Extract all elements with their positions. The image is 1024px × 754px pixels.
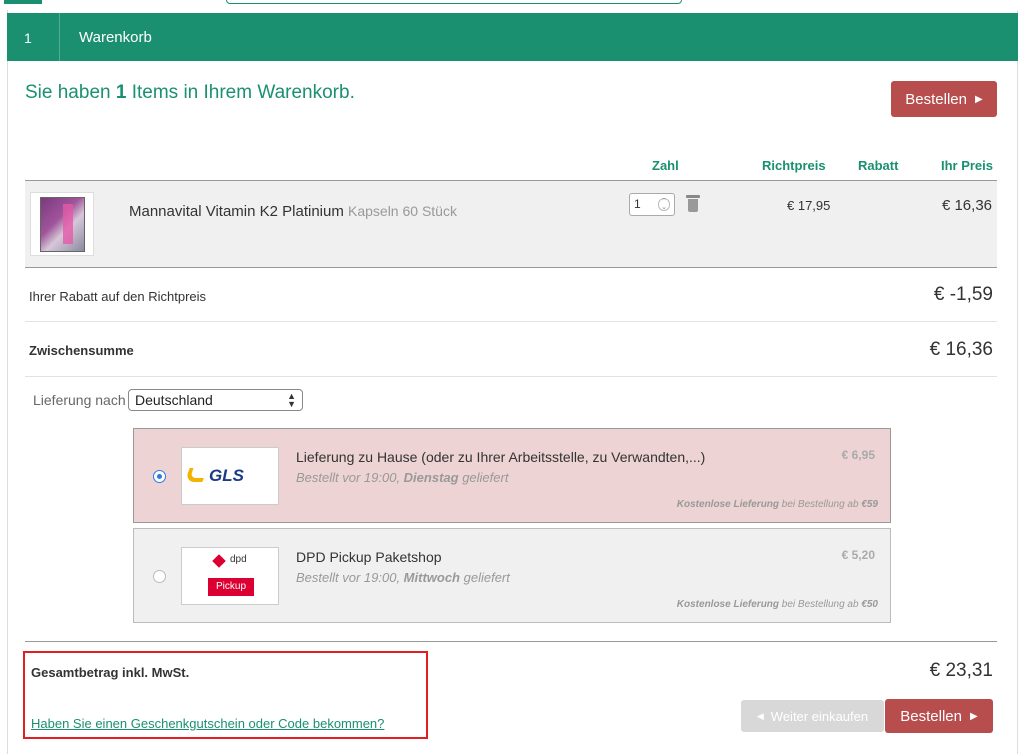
product-package-image xyxy=(40,197,85,252)
step-title: Warenkorb xyxy=(79,29,152,46)
discount-label: Ihrer Rabatt auf den Richtpreis xyxy=(29,289,207,304)
your-price: € 16,36 xyxy=(941,197,992,214)
shipping-option-gls[interactable]: GLS Lieferung zu Hause (oder zu Ihrer Ar… xyxy=(133,428,891,523)
step-header: 1 Warenkorb xyxy=(7,13,1018,61)
header-divider xyxy=(59,13,60,61)
chevron-left-icon: ◀ xyxy=(756,710,764,721)
item-count: 1 xyxy=(115,82,127,103)
shipping-option-dpd[interactable]: dpd Pickup DPD Pickup Paketshop Bestellt… xyxy=(133,528,891,623)
continue-shopping-button[interactable]: ◀ Weiter einkaufen xyxy=(741,700,884,732)
shipping-title: Lieferung zu Hause (oder zu Ihrer Arbeit… xyxy=(296,449,706,465)
free-shipping-note: Kostenlose Lieferung bei Bestellung ab €… xyxy=(676,599,878,610)
select-arrows-icon: ▲ ▼ xyxy=(287,391,296,409)
cart-summary: Sie haben 1 Items in Ihrem Warenkorb. xyxy=(25,82,355,103)
radio-dpd[interactable] xyxy=(153,570,166,583)
product-variant: Kapseln 60 Stück xyxy=(348,203,457,219)
totals-rule xyxy=(25,641,997,642)
grand-total-label: Gesamtbetrag inkl. MwSt. xyxy=(31,665,190,680)
column-header-qty: Zahl xyxy=(652,158,679,173)
divider xyxy=(25,321,997,322)
product-thumbnail[interactable] xyxy=(30,192,94,256)
table-row: Mannavital Vitamin K2 Platinium Kapseln … xyxy=(25,181,997,267)
shipping-price: € 5,20 xyxy=(841,548,875,562)
product-name[interactable]: Mannavital Vitamin K2 Platinium Kapseln … xyxy=(129,203,457,220)
shipping-price: € 6,95 xyxy=(841,448,875,462)
quantity-stepper[interactable]: 1 ⌃ ⌄ xyxy=(629,193,675,216)
shipping-eta: Bestellt vor 19:00, Dienstag geliefert xyxy=(296,470,509,485)
cart-panel xyxy=(7,10,1018,754)
grand-total-value: € 23,31 xyxy=(929,660,993,681)
trash-icon[interactable] xyxy=(686,195,700,212)
gls-logo: GLS xyxy=(181,447,279,505)
column-header-list-price: Richtpreis xyxy=(762,158,826,173)
chevron-right-icon: ▶ xyxy=(975,93,983,105)
subtotal-value: € 16,36 xyxy=(929,339,993,360)
top-strip xyxy=(0,0,1024,6)
divider xyxy=(25,376,997,377)
subtotal-label: Zwischensumme xyxy=(29,343,134,358)
column-header-your-price: Ihr Preis xyxy=(940,158,993,173)
free-shipping-note: Kostenlose Lieferung bei Bestellung ab €… xyxy=(676,499,878,510)
step-number: 1 xyxy=(24,30,32,46)
dpd-cube-icon xyxy=(212,554,226,568)
radio-gls[interactable] xyxy=(153,470,166,483)
voucher-link[interactable]: Haben Sie einen Geschenkgutschein oder C… xyxy=(31,716,384,731)
country-select[interactable]: Deutschland ▲ ▼ xyxy=(128,389,303,411)
stepper-arrows-icon[interactable]: ⌃ ⌄ xyxy=(658,198,670,211)
search-input[interactable] xyxy=(226,0,682,4)
column-header-discount: Rabatt xyxy=(858,158,899,173)
shipping-eta: Bestellt vor 19:00, Mittwoch geliefert xyxy=(296,570,510,585)
highlight-box: Gesamtbetrag inkl. MwSt. Haben Sie einen… xyxy=(23,651,428,739)
discount-value: € -1,59 xyxy=(933,284,993,305)
delivery-label: Lieferung nach xyxy=(33,392,126,408)
order-button-bottom[interactable]: Bestellen ▶ xyxy=(885,699,993,733)
list-price: € 17,95 xyxy=(787,198,831,213)
shipping-title: DPD Pickup Paketshop xyxy=(296,549,442,565)
table-bottom-rule xyxy=(25,267,997,268)
dpd-logo: dpd Pickup xyxy=(181,547,279,605)
chevron-right-icon: ▶ xyxy=(970,710,978,722)
top-left-bar xyxy=(4,0,42,4)
order-button-top[interactable]: Bestellen ▶ xyxy=(891,81,997,117)
